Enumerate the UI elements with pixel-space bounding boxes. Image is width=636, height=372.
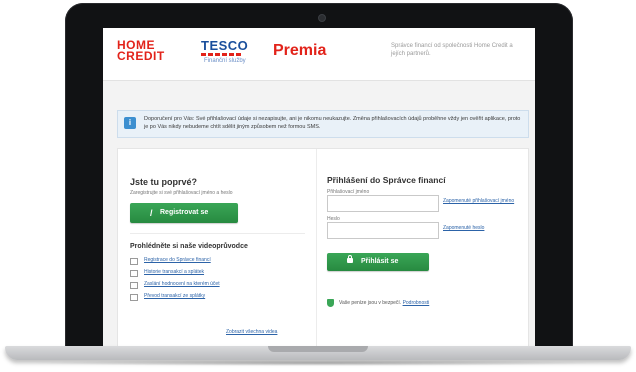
video-item[interactable]: Převod transakcí ze splátky — [130, 293, 300, 303]
all-videos-link[interactable]: Zobrazit všechna videa — [226, 329, 277, 335]
register-button-label: Registrovat se — [160, 209, 209, 216]
login-button-label: Přihlásit se — [361, 258, 399, 265]
camera-icon — [318, 14, 326, 22]
safety-text-label: Vaše peníze jsou v bezpečí. — [339, 300, 402, 306]
video-guides-title: Prohlédněte si naše videoprůvodce — [130, 243, 248, 250]
registration-column: Jste tu poprvé? Zaregistrujte si své při… — [118, 149, 316, 346]
video-icon — [130, 270, 138, 277]
tesco-subtitle: Finanční služby — [204, 58, 246, 64]
login-panel: Jste tu poprvé? Zaregistrujte si své při… — [117, 148, 529, 346]
laptop-screen: HOME CREDIT TESCO Finanční služby Premia… — [103, 28, 535, 346]
premia-logo[interactable]: Premia — [273, 42, 326, 60]
video-link[interactable]: Zaslání hodnocení na kterém účet — [144, 281, 220, 287]
login-button[interactable]: Přihlásit se — [327, 253, 429, 271]
laptop-shadow — [30, 360, 606, 366]
tesco-stripes-icon — [201, 53, 241, 56]
notice-text: Doporučení pro Vás: Své přihlašovací úda… — [144, 116, 521, 130]
first-visit-title: Jste tu poprvé? — [130, 177, 198, 187]
safety-text: Vaše peníze jsou v bezpečí. Podrobnosti — [339, 300, 429, 306]
forgot-password-link[interactable]: Zapomenuté heslo — [443, 225, 484, 231]
shield-icon — [327, 299, 334, 307]
video-link[interactable]: Historie transakcí a splátek — [144, 269, 204, 275]
first-visit-subtitle: Zaregistrujte si své přihlašovací jméno … — [130, 190, 233, 196]
video-icon — [130, 294, 138, 301]
header-note: Správce financí od společnosti Home Cred… — [391, 43, 513, 57]
login-column: Přihlášení do Správce financí Přihlašova… — [316, 149, 529, 346]
register-button[interactable]: / Registrovat se — [130, 203, 238, 223]
video-icon — [130, 258, 138, 265]
video-icon — [130, 282, 138, 289]
laptop-notch — [268, 346, 368, 352]
username-input[interactable] — [327, 195, 439, 212]
video-link[interactable]: Registrace do Správce financí — [144, 257, 211, 263]
lock-icon — [347, 255, 353, 263]
safety-details-link[interactable]: Podrobnosti — [403, 300, 430, 306]
login-title: Přihlášení do Správce financí — [327, 175, 446, 185]
info-icon: i — [124, 117, 136, 129]
video-item[interactable]: Registrace do Správce financí — [130, 257, 300, 267]
password-input[interactable] — [327, 222, 439, 239]
video-item[interactable]: Historie transakcí a splátek — [130, 269, 300, 279]
pencil-icon: / — [150, 208, 153, 218]
divider — [130, 233, 305, 234]
homecredit-logo[interactable]: HOME CREDIT — [117, 39, 165, 62]
tesco-logo[interactable]: TESCO — [201, 38, 248, 53]
security-notice: i Doporučení pro Vás: Své přihlašovací ú… — [117, 110, 529, 138]
video-link[interactable]: Převod transakcí ze splátky — [144, 293, 205, 299]
site-header: HOME CREDIT TESCO Finanční služby Premia… — [103, 28, 535, 81]
forgot-username-link[interactable]: Zapomenuté přihlašovací jméno — [443, 198, 514, 204]
video-item[interactable]: Zaslání hodnocení na kterém účet — [130, 281, 300, 291]
